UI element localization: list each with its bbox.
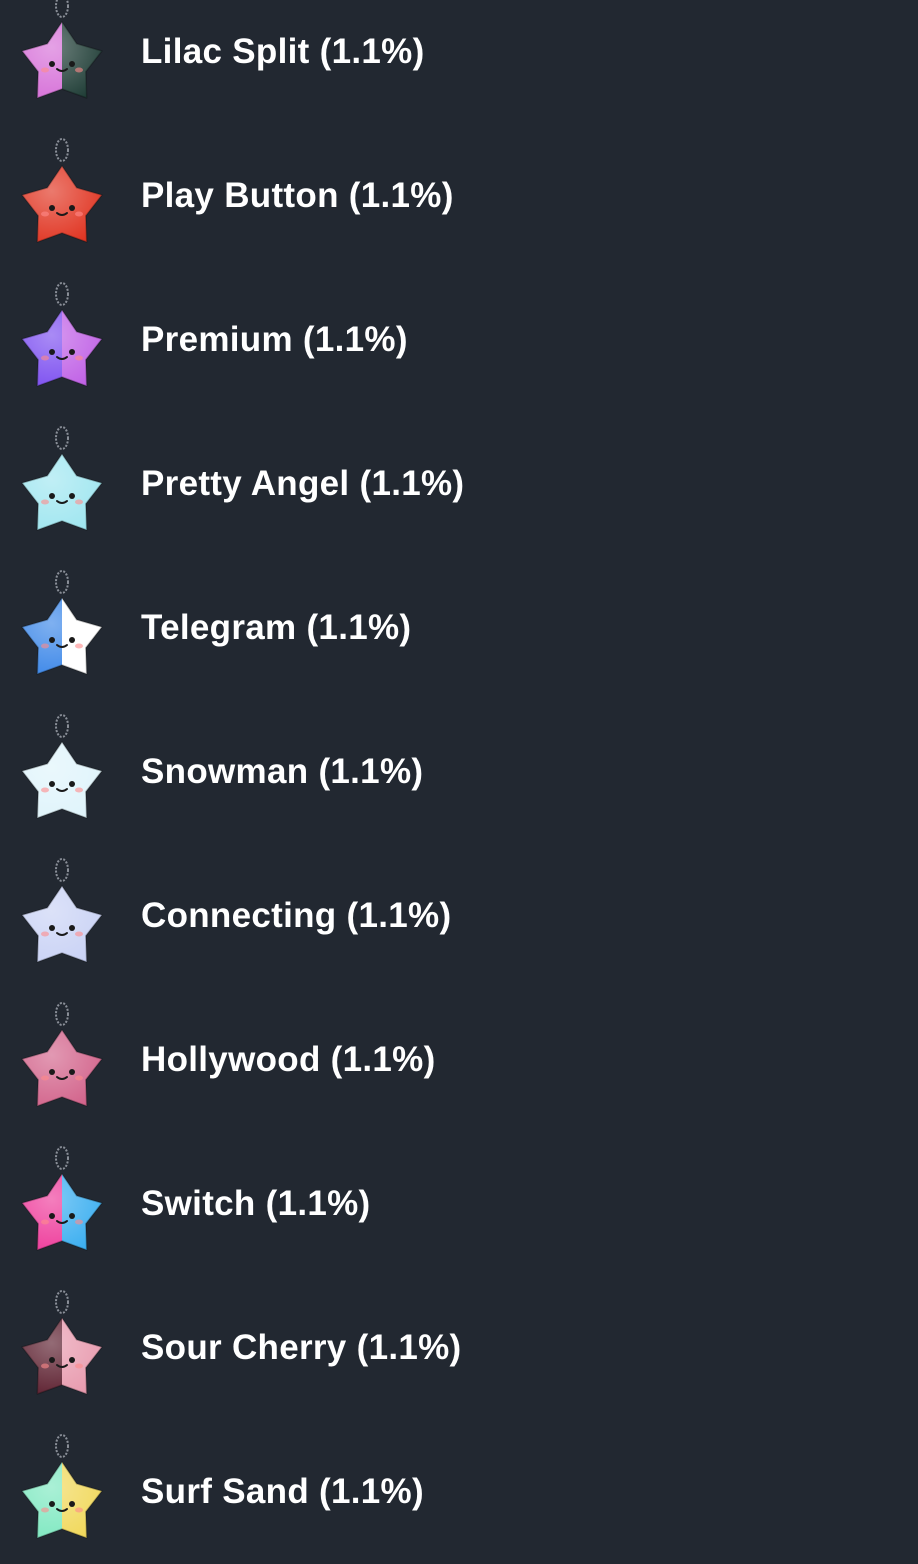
item-name: Telegram: [141, 608, 297, 647]
gift-list: Lilac Split (1.1%) Play Button (1.1%) Pr…: [0, 0, 918, 1550]
hollywood-star-icon: [10, 1000, 114, 1120]
play-button-star-icon-graphic: [21, 138, 103, 243]
list-item-premium[interactable]: Premium (1.1%): [0, 268, 918, 412]
item-name: Hollywood: [141, 1040, 321, 1079]
switch-star-icon: [10, 1144, 114, 1264]
surf-sand-star-icon: [10, 1432, 114, 1552]
item-percent: (1.1%): [319, 1472, 424, 1511]
telegram-star-icon-graphic: [21, 570, 103, 675]
play-button-star-icon: [10, 136, 114, 256]
item-name: Play Button: [141, 176, 339, 215]
sour-cherry-star-icon: [10, 1288, 114, 1408]
list-item-pretty-angel[interactable]: Pretty Angel (1.1%): [0, 412, 918, 556]
hollywood-star-icon-graphic: [21, 1002, 103, 1107]
lilac-split-star-icon: [10, 0, 114, 112]
item-percent: (1.1%): [306, 608, 412, 647]
premium-star-icon: [10, 280, 114, 400]
pretty-angel-star-icon-graphic: [21, 426, 103, 531]
item-name: Premium: [141, 320, 293, 359]
pretty-angel-star-icon: [10, 424, 114, 544]
item-name: Snowman: [141, 752, 309, 791]
item-name: Lilac Split: [141, 32, 310, 71]
item-percent: (1.1%): [348, 176, 454, 215]
surf-sand-star-icon-graphic: [21, 1434, 103, 1539]
item-percent: (1.1%): [359, 464, 465, 503]
item-name: Surf Sand: [141, 1472, 309, 1511]
item-name: Switch: [141, 1184, 256, 1223]
connecting-star-icon: [10, 856, 114, 976]
snowman-star-icon-graphic: [21, 714, 103, 819]
list-item-telegram[interactable]: Telegram (1.1%): [0, 556, 918, 700]
list-item-sour-cherry[interactable]: Sour Cherry (1.1%): [0, 1276, 918, 1420]
switch-star-icon-graphic: [21, 1146, 103, 1251]
list-item-play-button[interactable]: Play Button (1.1%): [0, 124, 918, 268]
item-name: Connecting: [141, 896, 337, 935]
item-percent: (1.1%): [318, 752, 424, 791]
item-percent: (1.1%): [302, 320, 408, 359]
item-percent: (1.1%): [265, 1184, 371, 1223]
item-percent: (1.1%): [330, 1040, 436, 1079]
list-item-connecting[interactable]: Connecting (1.1%): [0, 844, 918, 988]
sour-cherry-star-icon-graphic: [21, 1290, 103, 1395]
connecting-star-icon-graphic: [21, 858, 103, 963]
telegram-star-icon: [10, 568, 114, 688]
lilac-split-star-icon-graphic: [21, 0, 103, 99]
list-item-switch[interactable]: Switch (1.1%): [0, 1132, 918, 1276]
item-name: Pretty Angel: [141, 464, 350, 503]
item-percent: (1.1%): [356, 1328, 462, 1367]
item-percent: (1.1%): [346, 896, 452, 935]
snowman-star-icon: [10, 712, 114, 832]
list-item-lilac-split[interactable]: Lilac Split (1.1%): [0, 0, 918, 124]
premium-star-icon-graphic: [21, 282, 103, 387]
list-item-snowman[interactable]: Snowman (1.1%): [0, 700, 918, 844]
item-percent: (1.1%): [319, 32, 425, 71]
item-name: Sour Cherry: [141, 1328, 347, 1367]
list-item-surf-sand[interactable]: Surf Sand (1.1%): [0, 1420, 918, 1564]
list-item-hollywood[interactable]: Hollywood (1.1%): [0, 988, 918, 1132]
